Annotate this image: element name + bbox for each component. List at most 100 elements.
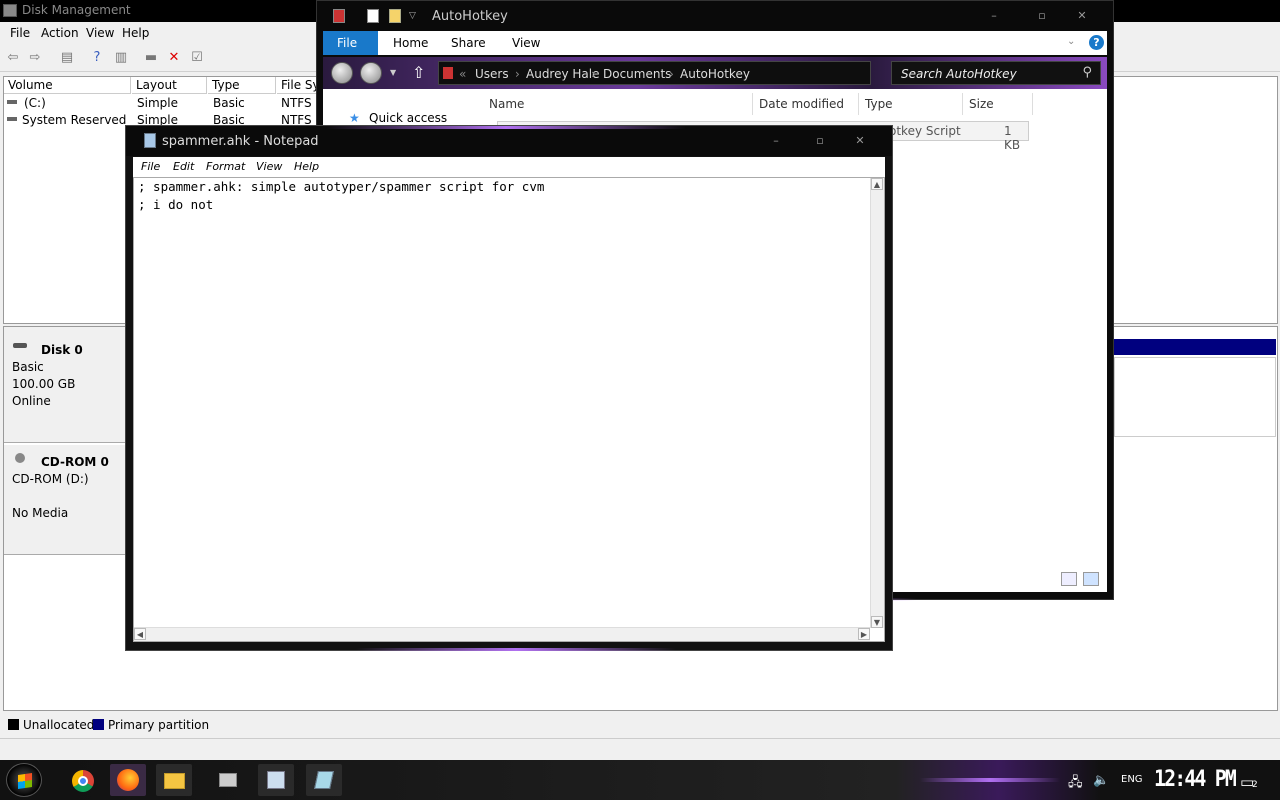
scroll-left-icon[interactable]: ◀ <box>134 628 146 640</box>
check-icon[interactable]: ☑ <box>188 49 206 66</box>
language-indicator[interactable]: ENG <box>1121 774 1143 785</box>
start-button[interactable] <box>6 763 42 797</box>
breadcrumb-users[interactable]: Users <box>475 67 509 81</box>
volume-icon[interactable]: 🔈 <box>1093 773 1109 788</box>
primary-swatch <box>93 719 104 730</box>
col-volume[interactable]: Volume <box>4 77 131 94</box>
chevron-down-icon[interactable]: ▽ <box>409 11 421 25</box>
disk-mgmt-taskbar-button[interactable] <box>258 764 294 796</box>
chevron-down-icon[interactable]: ⌄ <box>1067 36 1075 47</box>
taskbar-background <box>0 760 1280 800</box>
tab-file[interactable]: File <box>323 31 378 55</box>
disk-0-type: Basic <box>12 360 44 374</box>
firefox-taskbar-button[interactable] <box>110 764 146 796</box>
properties-icon[interactable] <box>367 9 379 23</box>
disk-management-title: Disk Management <box>22 3 131 17</box>
back-arrow-icon[interactable]: ⇦ <box>4 49 22 66</box>
menu-help[interactable]: Help <box>122 26 149 40</box>
nav-quick-access[interactable]: Quick access <box>369 111 447 125</box>
explorer-title: AutoHotkey <box>432 9 508 24</box>
status-bar <box>0 738 1280 760</box>
folder-icon <box>164 773 185 789</box>
maximize-button[interactable]: ▫ <box>803 133 837 149</box>
cdrom-0-drive: CD-ROM (D:) <box>12 472 89 486</box>
menu-action[interactable]: Action <box>41 26 79 40</box>
properties-icon[interactable]: ▥ <box>112 49 130 66</box>
col-type[interactable]: Type <box>859 93 963 115</box>
windows-logo-icon <box>18 773 32 789</box>
legend-primary: Primary partition <box>108 718 210 732</box>
chrome-taskbar-button[interactable] <box>64 764 100 796</box>
search-icon[interactable]: ⚲ <box>1082 65 1092 80</box>
col-name[interactable]: Name <box>483 93 753 115</box>
col-layout[interactable]: Layout <box>132 77 207 94</box>
close-button[interactable]: ✕ <box>843 133 877 149</box>
delete-icon[interactable]: ✕ <box>165 49 183 66</box>
minimize-button[interactable]: – <box>759 133 793 149</box>
address-bar: ▼ ⇧ « Users › Audrey Hale › Documents › … <box>323 57 1107 89</box>
text-editor[interactable]: ; spammer.ahk: simple autotyper/spammer … <box>133 177 885 642</box>
cmd-taskbar-button[interactable] <box>210 764 246 796</box>
tab-home[interactable]: Home <box>379 31 442 55</box>
menu-format[interactable]: Format <box>206 160 245 173</box>
col-date-modified[interactable]: Date modified <box>753 93 859 115</box>
menu-help[interactable]: Help <box>294 160 319 173</box>
back-button[interactable] <box>331 62 353 84</box>
forward-arrow-icon[interactable]: ⇨ <box>26 49 44 66</box>
border-glow <box>326 126 686 129</box>
breadcrumb-documents[interactable]: Documents <box>603 67 671 81</box>
col-type[interactable]: Type <box>208 77 276 94</box>
maximize-button[interactable]: ▫ <box>1025 8 1059 24</box>
col-size[interactable]: Size <box>963 93 1033 115</box>
horizontal-scrollbar[interactable]: ◀ ▶ <box>134 627 870 641</box>
clock[interactable]: 12:44 PM <box>1154 767 1237 792</box>
separator-icon: › <box>591 67 596 81</box>
menu-view[interactable]: View <box>256 160 282 173</box>
taskbar: 🖧 🔈 ENG 12:44 PM ▭ 2 <box>0 760 1280 800</box>
help-icon[interactable]: ? <box>88 49 106 66</box>
explorer-taskbar-button[interactable] <box>156 764 192 796</box>
box-icon <box>219 773 237 787</box>
taskbar-glow <box>920 778 1060 782</box>
text-line: ; i do not <box>138 197 214 212</box>
notepad-titlebar[interactable]: spammer.ahk - Notepad – ▫ ✕ <box>126 126 892 156</box>
cdrom-0-label[interactable]: CD-ROM 0 CD-ROM (D:) No Media <box>4 445 126 555</box>
vertical-scrollbar[interactable]: ▲ ▼ <box>870 178 884 628</box>
search-input[interactable]: Search AutoHotkey ⚲ <box>891 61 1101 85</box>
menu-file[interactable]: File <box>10 26 30 40</box>
minimize-button[interactable]: – <box>977 8 1011 24</box>
explorer-titlebar[interactable]: ▽ AutoHotkey – ▫ ✕ <box>317 1 1113 31</box>
scroll-up-icon[interactable]: ▲ <box>871 178 883 190</box>
partition-bar[interactable] <box>1114 339 1276 355</box>
network-icon[interactable]: 🖧 <box>1068 773 1083 795</box>
tab-view[interactable]: View <box>498 31 554 55</box>
disk-0-label[interactable]: Disk 0 Basic 100.00 GB Online <box>4 327 126 443</box>
help-icon[interactable]: ? <box>1089 35 1104 50</box>
partition-box[interactable] <box>1114 357 1276 437</box>
large-icons-view-icon[interactable] <box>1083 572 1099 586</box>
details-view-icon[interactable] <box>1061 572 1077 586</box>
disk-0-name: Disk 0 <box>41 343 83 357</box>
overflow-icon[interactable]: « <box>459 67 466 81</box>
folder-icon <box>443 67 453 79</box>
console-tree-icon[interactable]: ▤ <box>58 49 76 66</box>
volume-icon <box>7 117 17 121</box>
menu-edit[interactable]: Edit <box>173 160 194 173</box>
notepad-title: spammer.ahk - Notepad <box>162 134 319 149</box>
forward-button[interactable] <box>360 62 382 84</box>
breadcrumb[interactable]: « Users › Audrey Hale › Documents › Auto… <box>438 61 871 85</box>
menu-file[interactable]: File <box>141 160 160 173</box>
close-button[interactable]: ✕ <box>1065 8 1099 24</box>
scroll-right-icon[interactable]: ▶ <box>858 628 870 640</box>
legend: Unallocated Primary partition <box>3 716 1278 736</box>
tab-share[interactable]: Share <box>437 31 500 55</box>
notepad-taskbar-button[interactable] <box>306 764 342 796</box>
menu-view[interactable]: View <box>86 26 114 40</box>
scroll-down-icon[interactable]: ▼ <box>871 616 883 628</box>
new-folder-icon[interactable] <box>389 9 401 23</box>
chevron-down-icon[interactable]: ▼ <box>390 68 396 77</box>
breadcrumb-autohotkey[interactable]: AutoHotkey <box>680 67 750 81</box>
disk-icon[interactable]: ▬ <box>142 49 160 66</box>
breadcrumb-user[interactable]: Audrey Hale <box>526 67 600 81</box>
up-arrow-icon[interactable]: ⇧ <box>412 63 425 82</box>
